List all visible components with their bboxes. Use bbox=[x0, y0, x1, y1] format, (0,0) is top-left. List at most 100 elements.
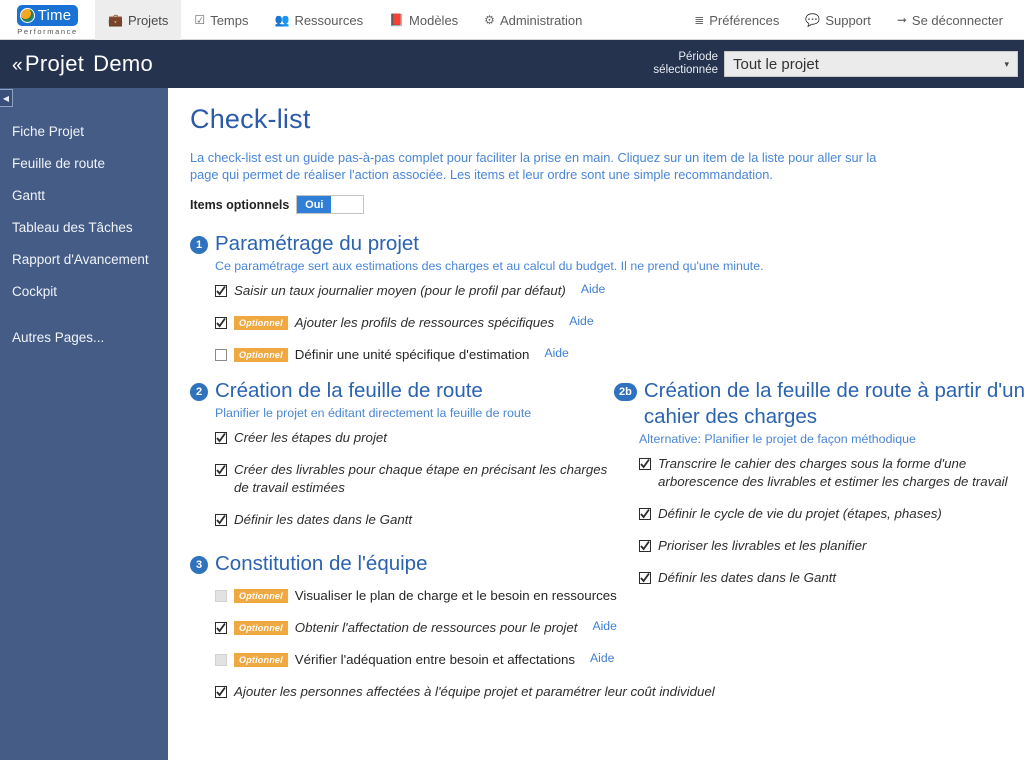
checklist-item-label: Créer des livrables pour chaque étape en… bbox=[234, 462, 608, 495]
checklist-item[interactable]: Ajouter les personnes affectées à l'équi… bbox=[215, 683, 1024, 701]
checkbox-checked-icon[interactable] bbox=[215, 285, 227, 297]
checklist-item-label: Prioriser les livrables et les planifier bbox=[658, 538, 867, 553]
section-1-title: Paramétrage du projet bbox=[215, 232, 419, 255]
checkbox-checked-icon[interactable] bbox=[215, 432, 227, 444]
sidebar-item-gantt[interactable]: Gantt bbox=[0, 179, 168, 211]
section-1-header: 1 Paramétrage du projet bbox=[190, 231, 1024, 257]
logo-subtitle: Performance bbox=[17, 27, 78, 36]
checkbox-checked-icon[interactable] bbox=[215, 622, 227, 634]
back-chevron-icon[interactable]: « bbox=[12, 55, 23, 76]
nav-item-logout[interactable]: ➞ Se déconnecter bbox=[884, 0, 1016, 40]
checklist-item[interactable]: Saisir un taux journalier moyen (pour le… bbox=[215, 282, 1024, 300]
nav-item-administration[interactable]: ⚙ Administration bbox=[471, 0, 595, 40]
checklist-item[interactable]: Créer des livrables pour chaque étape en… bbox=[215, 461, 620, 497]
help-link[interactable]: Aide bbox=[544, 346, 568, 360]
optional-tag: Optionnel bbox=[234, 621, 288, 635]
top-navigation-bar: Time Performance 💼 Projets ☑ Temps 👥 Res… bbox=[0, 0, 1024, 40]
checklist-item-label: Ajouter les profils de ressources spécif… bbox=[294, 315, 555, 330]
chevron-down-icon: ▾ bbox=[1004, 58, 1009, 69]
logout-icon: ➞ bbox=[896, 13, 907, 27]
checkbox-checked-icon[interactable] bbox=[215, 514, 227, 526]
checklist-item[interactable]: Prioriser les livrables et les planifier bbox=[639, 537, 1024, 555]
section-2b-badge: 2b bbox=[614, 383, 637, 401]
sidebar-item-feuille-de-route[interactable]: Feuille de route bbox=[0, 147, 168, 179]
checkbox-checked-icon[interactable] bbox=[639, 540, 651, 552]
nav-item-ressources[interactable]: 👥 Ressources bbox=[261, 0, 376, 40]
globe-icon bbox=[19, 8, 35, 23]
section-3-title: Constitution de l'équipe bbox=[215, 552, 428, 575]
nav-item-projets[interactable]: 💼 Projets bbox=[95, 0, 182, 40]
checklist-item-label: Transcrire le cahier des charges sous la… bbox=[658, 456, 1008, 489]
nav-item-logout-label: Se déconnecter bbox=[911, 12, 1003, 28]
section-1-items: Saisir un taux journalier moyen (pour le… bbox=[215, 282, 1024, 364]
optional-tag: Optionnel bbox=[234, 589, 288, 603]
sidebar-item-label: Rapport d'Avancement bbox=[12, 251, 149, 267]
users-icon: 👥 bbox=[274, 13, 290, 27]
sidebar-item-label: Tableau des Tâches bbox=[12, 219, 133, 235]
checkbox-disabled-icon[interactable] bbox=[215, 590, 227, 602]
checklist-item[interactable]: Créer les étapes du projet bbox=[215, 429, 620, 447]
checklist-item-label: Vérifier l'adéquation entre besoin et af… bbox=[294, 652, 576, 667]
sidebar-item-cockpit[interactable]: Cockpit bbox=[0, 275, 168, 307]
optional-items-toggle[interactable]: Oui bbox=[296, 195, 365, 214]
checklist-item[interactable]: Transcrire le cahier des charges sous la… bbox=[639, 455, 1024, 491]
section-2-title: Création de la feuille de route bbox=[215, 379, 483, 402]
nav-item-ressources-label: Ressources bbox=[294, 12, 364, 28]
checkbox-checked-icon[interactable] bbox=[215, 464, 227, 476]
checklist-item[interactable]: Optionnel Ajouter les profils de ressour… bbox=[215, 314, 1024, 332]
checkbox-checked-icon[interactable] bbox=[215, 686, 227, 698]
section-2-subtitle: Planifier le projet en éditant directeme… bbox=[215, 406, 532, 420]
briefcase-icon: 💼 bbox=[108, 13, 123, 27]
check-square-icon: ☑ bbox=[194, 13, 206, 27]
checkbox-checked-icon[interactable] bbox=[215, 317, 227, 329]
section-2-badge: 2 bbox=[190, 383, 208, 401]
sidebar-item-autres-pages[interactable]: Autres Pages... bbox=[0, 321, 168, 353]
nav-item-support[interactable]: 💬 Support bbox=[792, 0, 884, 40]
sidebar-menu: Fiche Projet Feuille de route Gantt Tabl… bbox=[0, 88, 168, 353]
checklist-item-label: Définir une unité spécifique d'estimatio… bbox=[294, 347, 530, 362]
checklist-item[interactable]: Optionnel Vérifier l'adéquation entre be… bbox=[215, 651, 1024, 669]
nav-item-modeles[interactable]: 📕 Modèles bbox=[376, 0, 471, 40]
checkbox-unchecked-icon[interactable] bbox=[215, 349, 227, 361]
period-select[interactable]: Tout le projet ▾ bbox=[724, 51, 1018, 77]
period-label-line2: sélectionnée bbox=[653, 64, 718, 76]
checklist-item[interactable]: Définir le cycle de vie du projet (étape… bbox=[639, 505, 1024, 523]
section-2b-subtitle: Alternative: Planifier le projet de faço… bbox=[639, 432, 916, 446]
checklist-item[interactable]: Définir les dates dans le Gantt bbox=[215, 511, 620, 529]
sliders-icon: ≣ bbox=[694, 13, 705, 27]
nav-item-modeles-label: Modèles bbox=[409, 12, 459, 28]
gears-icon: ⚙ bbox=[484, 13, 495, 27]
checkbox-checked-icon[interactable] bbox=[639, 508, 651, 520]
sidebar-item-tableau-des-taches[interactable]: Tableau des Tâches bbox=[0, 211, 168, 243]
checkbox-checked-icon[interactable] bbox=[639, 572, 651, 584]
main-content: Check-list La check-list est un guide pa… bbox=[168, 88, 1024, 760]
checklist-item[interactable]: Définir les dates dans le Gantt bbox=[639, 569, 1024, 587]
section-2-header: 2 Création de la feuille de route bbox=[190, 378, 620, 404]
app-logo[interactable]: Time Performance bbox=[0, 0, 95, 40]
help-link[interactable]: Aide bbox=[569, 314, 593, 328]
project-header-bar: «Projet Demo Période sélectionnée Tout le… bbox=[0, 40, 1024, 88]
nav-item-temps-label: Temps bbox=[210, 12, 249, 28]
project-title[interactable]: «Projet Demo bbox=[0, 51, 153, 77]
section-2: 2 Création de la feuille de route Planif… bbox=[190, 378, 620, 529]
nav-item-preferences[interactable]: ≣ Préférences bbox=[681, 0, 792, 40]
checklist-item[interactable]: Optionnel Définir une unité spécifique d… bbox=[215, 346, 1024, 364]
optional-tag: Optionnel bbox=[234, 653, 288, 667]
nav-item-temps[interactable]: ☑ Temps bbox=[181, 0, 261, 40]
help-link[interactable]: Aide bbox=[590, 651, 614, 665]
nav-item-preferences-label: Préférences bbox=[709, 12, 780, 28]
checkbox-checked-icon[interactable] bbox=[639, 458, 651, 470]
sidebar-collapse-button[interactable]: ◀ bbox=[0, 89, 13, 107]
nav-item-support-label: Support bbox=[825, 12, 871, 28]
optional-items-toggle-track bbox=[331, 196, 364, 213]
logo-pill: Time bbox=[16, 5, 79, 26]
help-link[interactable]: Aide bbox=[581, 282, 605, 296]
checklist-item[interactable]: Optionnel Obtenir l'affectation de resso… bbox=[215, 619, 1024, 637]
sidebar-item-rapport-avancement[interactable]: Rapport d'Avancement bbox=[0, 243, 168, 275]
checklist-item-label: Ajouter les personnes affectées à l'équi… bbox=[234, 684, 715, 699]
help-link[interactable]: Aide bbox=[592, 619, 616, 633]
comment-icon: 💬 bbox=[805, 13, 821, 27]
sidebar-item-fiche-projet[interactable]: Fiche Projet bbox=[0, 115, 168, 147]
checkbox-disabled-icon[interactable] bbox=[215, 654, 227, 666]
sidebar-item-label: Feuille de route bbox=[12, 155, 106, 171]
